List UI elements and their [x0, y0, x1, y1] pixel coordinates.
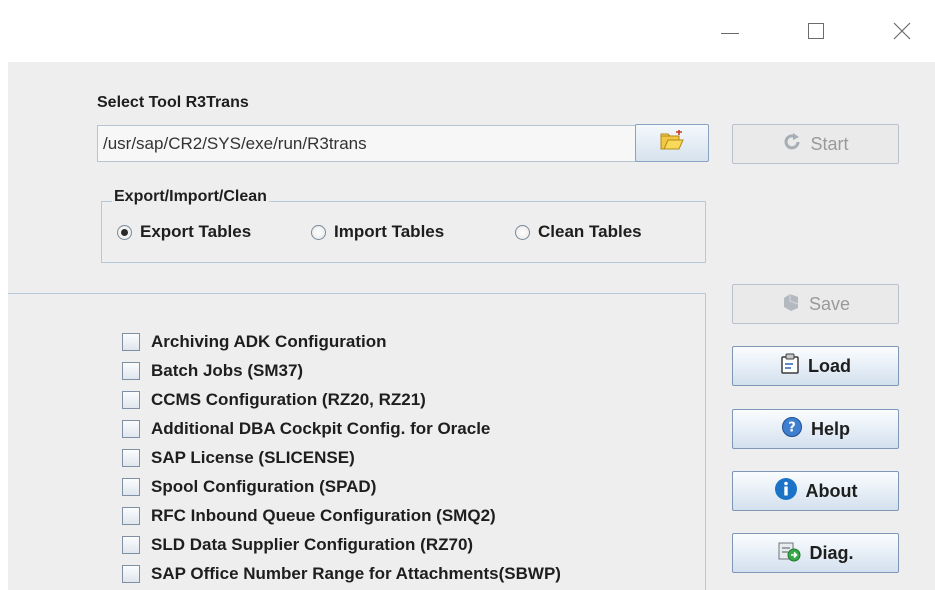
minimize-icon[interactable]	[707, 14, 753, 48]
browse-button[interactable]	[635, 124, 709, 162]
select-tool-label: Select Tool R3Trans	[97, 94, 249, 111]
checkbox-item[interactable]: SAP Office Number Range for Attachments(…	[122, 564, 561, 584]
checkbox-label: Spool Configuration (SPAD)	[151, 477, 377, 496]
checkbox-label: Batch Jobs (SM37)	[151, 361, 304, 380]
diagnostics-icon	[777, 540, 801, 567]
radio-clean-tables[interactable]: Clean Tables	[515, 222, 642, 242]
svg-text:?: ?	[788, 420, 796, 435]
radio-label: Export Tables	[140, 222, 252, 241]
save-button-label: Save	[808, 293, 851, 314]
help-icon: ?	[781, 416, 803, 443]
help-button-label: Help	[810, 418, 850, 439]
checkbox-item[interactable]: Batch Jobs (SM37)	[122, 361, 303, 381]
checkbox[interactable]	[122, 391, 140, 409]
maximize-icon[interactable]	[793, 14, 839, 48]
title-bar	[0, 0, 935, 62]
checkbox-label: Additional DBA Cockpit Config. for Oracl…	[151, 419, 491, 438]
radio-button	[515, 224, 530, 240]
info-icon	[774, 477, 798, 506]
checkbox-item[interactable]: SAP License (SLICENSE)	[122, 448, 355, 468]
checkbox[interactable]	[122, 420, 140, 438]
checkbox[interactable]	[122, 507, 140, 525]
radio-label: Clean Tables	[538, 222, 642, 241]
checkbox-label: RFC Inbound Queue Configuration (SMQ2)	[151, 506, 496, 525]
load-button[interactable]: Load	[732, 346, 899, 386]
close-icon[interactable]	[879, 14, 925, 48]
diag-button-label: Diag.	[809, 542, 854, 563]
save-icon	[781, 292, 801, 317]
radio-label: Import Tables	[334, 222, 445, 241]
about-button[interactable]: About	[732, 471, 899, 511]
checkbox-label: SAP Office Number Range for Attachments(…	[151, 564, 561, 583]
checkbox-item[interactable]: SLD Data Supplier Configuration (RZ70)	[122, 535, 473, 555]
clipboard-icon	[780, 353, 800, 380]
checkbox[interactable]	[122, 478, 140, 496]
start-button[interactable]: Start	[732, 124, 899, 164]
group-title: Export/Import/Clean	[112, 188, 269, 206]
checkbox[interactable]	[122, 333, 140, 351]
r3trans-path-field[interactable]: /usr/sap/CR2/SYS/exe/run/R3trans	[97, 125, 637, 162]
start-button-label: Start	[810, 133, 849, 154]
checkbox[interactable]	[122, 449, 140, 467]
checkbox-label: SLD Data Supplier Configuration (RZ70)	[151, 535, 474, 554]
checkbox-label: SAP License (SLICENSE)	[151, 448, 355, 467]
folder-open-icon	[659, 129, 685, 157]
checkbox-label: Archiving ADK Configuration	[151, 332, 387, 351]
radio-import-tables[interactable]: Import Tables	[311, 222, 444, 242]
radio-button	[311, 224, 326, 240]
load-button-label: Load	[808, 355, 851, 376]
checkbox-item[interactable]: Additional DBA Cockpit Config. for Oracl…	[122, 419, 490, 439]
checkbox-label: CCMS Configuration (RZ20, RZ21)	[151, 390, 426, 409]
refresh-icon	[782, 132, 802, 157]
save-button[interactable]: Save	[732, 284, 899, 324]
diag-button[interactable]: Diag.	[732, 533, 899, 573]
checkbox-item[interactable]: Archiving ADK Configuration	[122, 332, 386, 352]
checkbox[interactable]	[122, 565, 140, 583]
radio-export-tables[interactable]: Export Tables	[117, 222, 251, 242]
about-button-label: About	[805, 480, 858, 501]
help-button[interactable]: ? Help	[732, 409, 899, 449]
checkbox[interactable]	[122, 362, 140, 380]
checkbox[interactable]	[122, 536, 140, 554]
checkbox-item[interactable]: Spool Configuration (SPAD)	[122, 477, 376, 497]
radio-button-selected	[117, 224, 132, 240]
checkbox-item[interactable]: RFC Inbound Queue Configuration (SMQ2)	[122, 506, 496, 526]
checkbox-item[interactable]: CCMS Configuration (RZ20, RZ21)	[122, 390, 426, 410]
